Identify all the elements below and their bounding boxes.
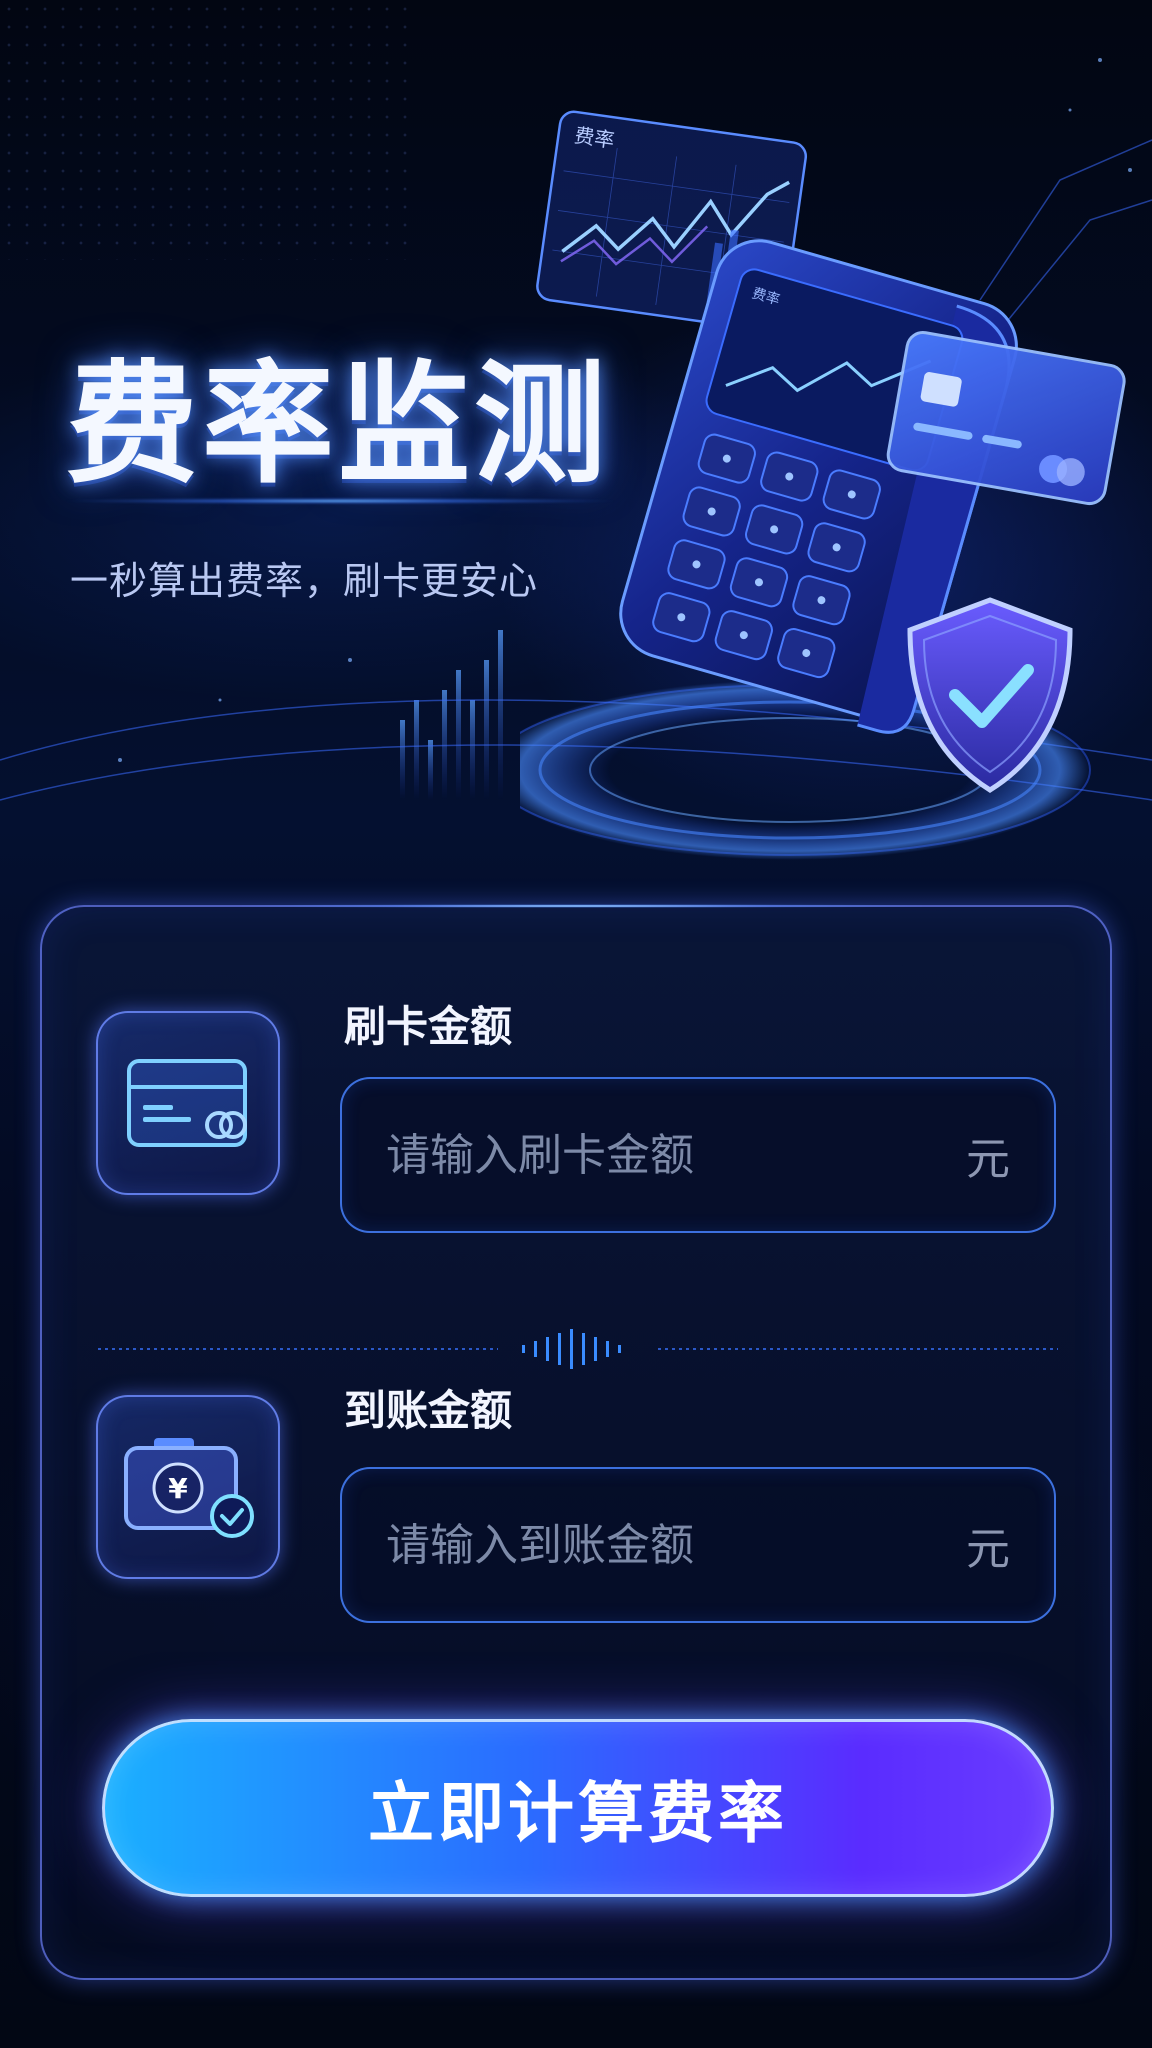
hero-subtitle: 一秒算出费率，刷卡更安心: [70, 559, 539, 603]
rate-form-card: 刷卡金额 元 ¥: [40, 904, 1112, 1980]
calculate-rate-button[interactable]: 立即计算费率: [102, 1719, 1054, 1897]
background-dot-pattern: [0, 0, 420, 260]
page: 费率监测 一秒算出费率，刷卡更安心 费率 费率 刷卡金额 请输入刷卡金额 元 ¥…: [0, 0, 1152, 2048]
wallet-yuan-check-icon: ¥: [96, 1395, 280, 1579]
swipe-amount-input[interactable]: [386, 1129, 966, 1181]
credit-card-icon: [96, 1011, 280, 1195]
received-amount-label: 到账金额: [344, 1386, 513, 1435]
swipe-amount-unit: 元: [966, 1134, 1010, 1185]
received-amount-field[interactable]: 元: [340, 1467, 1056, 1623]
received-amount-input[interactable]: [386, 1519, 966, 1571]
card-top-glow: [242, 904, 922, 908]
section-divider: [98, 1329, 1058, 1369]
swipe-amount-label: 刷卡金额: [344, 1002, 513, 1051]
received-amount-unit: 元: [966, 1524, 1010, 1575]
swipe-amount-field[interactable]: 元: [340, 1077, 1056, 1233]
pos-terminal-illustration: 费率 费率: [520, 110, 1126, 860]
svg-text:¥: ¥: [168, 1472, 188, 1505]
